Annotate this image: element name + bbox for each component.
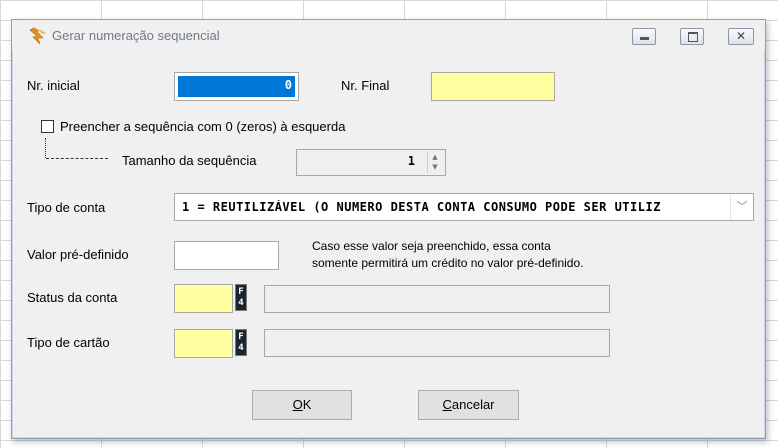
cartao-description <box>264 329 610 357</box>
tamanho-label: Tamanho da sequência <box>122 153 257 168</box>
status-f4-lookup-button[interactable]: F 4 <box>235 284 247 311</box>
nr-inicial-value: 0 <box>178 76 295 97</box>
nr-final-label: Nr. Final <box>341 78 390 93</box>
status-label: Status da conta <box>27 290 118 305</box>
fill-zeros-label[interactable]: Preencher a sequência com 0 (zeros) à es… <box>60 119 345 134</box>
f4-key-letter: F <box>238 287 244 297</box>
tree-connector-vertical <box>45 138 46 158</box>
valor-hint-line-1: Caso esse valor seja preenchido, essa co… <box>312 239 551 253</box>
chevron-down-icon[interactable]: ﹀ <box>730 194 753 220</box>
cancel-label-rest: ancelar <box>451 397 495 412</box>
cartao-label: Tipo de cartão <box>27 335 110 350</box>
valor-input[interactable] <box>174 241 279 270</box>
cancel-accelerator: C <box>442 397 452 412</box>
fill-zeros-checkbox[interactable] <box>41 120 54 133</box>
nr-final-input[interactable] <box>431 72 555 101</box>
cartao-code-input[interactable] <box>174 329 233 358</box>
status-code-input[interactable] <box>174 284 233 313</box>
nr-inicial-input[interactable]: 0 <box>174 72 299 101</box>
valor-hint: Caso esse valor seja preenchido, essa co… <box>312 238 652 272</box>
spinner-buttons[interactable]: ▲ ▼ <box>427 152 442 173</box>
close-button[interactable]: ✕ <box>728 28 754 45</box>
ok-button[interactable]: OK <box>252 390 352 420</box>
maximize-button[interactable] <box>680 28 704 45</box>
cancel-button[interactable]: Cancelar <box>418 390 519 420</box>
tipo-conta-value: 1 = REUTILIZÁVEL (O NUMERO DESTA CONTA C… <box>182 200 661 214</box>
nr-inicial-label: Nr. inicial <box>27 78 80 93</box>
status-description <box>264 285 610 313</box>
f4-key-letter: F <box>238 332 244 342</box>
valor-label: Valor pré-definido <box>27 247 129 262</box>
ok-label-rest: K <box>302 397 312 412</box>
spin-up-icon[interactable]: ▲ <box>428 152 442 162</box>
lightning-bird-icon <box>29 27 46 45</box>
minimize-button[interactable] <box>632 28 656 45</box>
close-icon: ✕ <box>735 29 747 43</box>
valor-hint-line-2: somente permitirá um crédito no valor pr… <box>312 256 584 270</box>
title-bar: Gerar numeração sequencial ✕ <box>12 20 765 50</box>
tamanho-spinner[interactable]: 1 ▲ ▼ <box>296 149 446 176</box>
f4-key-number: 4 <box>238 343 244 353</box>
ok-accelerator: O <box>292 397 303 412</box>
tree-connector-horizontal <box>46 158 108 159</box>
tamanho-value: 1 <box>407 154 415 168</box>
window-title: Gerar numeração sequencial <box>52 28 220 43</box>
tipo-conta-label: Tipo de conta <box>27 200 106 215</box>
dialog-window: Gerar numeração sequencial ✕ Nr. inicial… <box>11 19 766 439</box>
tipo-conta-select[interactable]: 1 = REUTILIZÁVEL (O NUMERO DESTA CONTA C… <box>174 193 754 221</box>
spin-down-icon[interactable]: ▼ <box>428 162 442 172</box>
f4-key-number: 4 <box>238 298 244 308</box>
cartao-f4-lookup-button[interactable]: F 4 <box>235 329 247 356</box>
